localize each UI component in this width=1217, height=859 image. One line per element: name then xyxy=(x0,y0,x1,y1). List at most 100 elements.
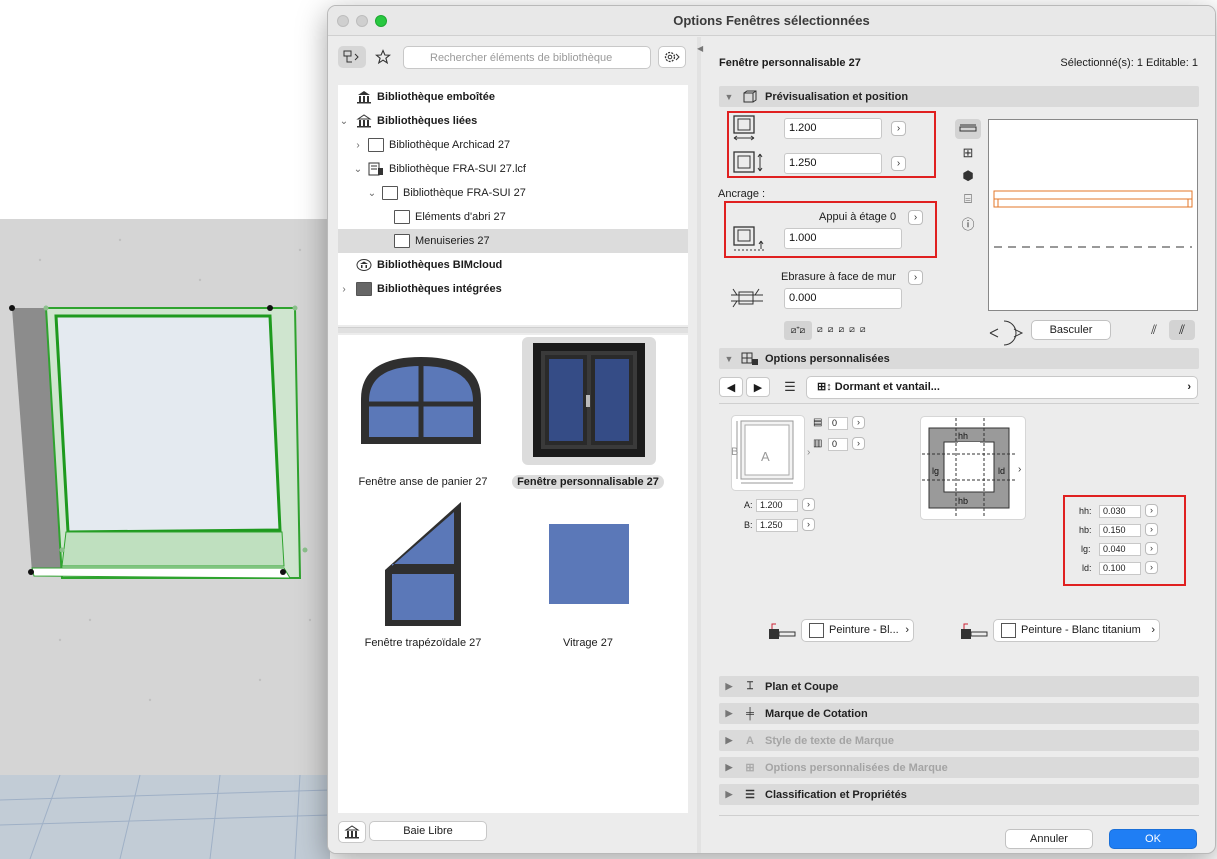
paint-surface-icon xyxy=(769,623,796,639)
view-mode-plan-button[interactable] xyxy=(955,119,981,139)
previous-page-button[interactable]: ◀ xyxy=(719,377,743,397)
tree-item-builtin-libraries[interactable]: › Bibliothèques intégrées xyxy=(338,277,688,301)
dropdown-value: Dormant et vantail... xyxy=(834,381,940,393)
highlight-frame-values xyxy=(1063,495,1186,586)
frame-width-diagram: hh hb lg ld › xyxy=(920,416,1026,520)
tree-item-linked-libraries[interactable]: ⌄ Bibliothèques liées xyxy=(338,109,688,133)
horizontal-divisions-arrow[interactable]: › xyxy=(852,416,865,429)
cube-icon: ⬢ xyxy=(962,168,974,183)
frame-hh-label: hh xyxy=(958,431,968,441)
preview-box-icon xyxy=(739,90,761,104)
chevron-right-icon: › xyxy=(1187,381,1191,393)
reveal-arrow-button[interactable]: › xyxy=(908,270,923,285)
thumbnail-custom-window[interactable] xyxy=(531,341,647,459)
view-mode-section-button[interactable]: ⌸ xyxy=(955,189,981,209)
tree-item-fra-sui-lcf[interactable]: ⌄ Bibliothèque FRA-SUI 27.lcf xyxy=(338,157,688,181)
library-settings-button[interactable] xyxy=(658,46,686,68)
pane-splitter[interactable] xyxy=(338,327,688,333)
view-mode-3d-button[interactable]: ⬢ xyxy=(955,166,981,186)
tree-item-bimcloud[interactable]: Bibliothèques BIMcloud xyxy=(338,253,688,277)
tree-item-fra-sui-library[interactable]: ⌄ Bibliothèque FRA-SUI 27 xyxy=(338,181,688,205)
cancel-button[interactable]: Annuler xyxy=(1005,829,1093,849)
flip-button[interactable]: Basculer xyxy=(1031,320,1111,340)
tree-item-shelter-elements[interactable]: Eléments d'abri 27 xyxy=(338,205,688,229)
info-button[interactable]: ⓘ xyxy=(955,213,981,233)
mirror-left-button[interactable]: ⫽ xyxy=(1141,320,1167,340)
mini-b-input[interactable]: 1.250 xyxy=(756,519,798,532)
selection-info: Sélectionné(s): 1 Editable: 1 xyxy=(1060,57,1198,69)
triangle-right-icon: ▶ xyxy=(725,762,733,772)
vertical-divisions-input[interactable]: 0 xyxy=(828,438,848,451)
section-style-texte-marque: ▶ A Style de texte de Marque xyxy=(719,730,1199,751)
mirror-right-button[interactable]: ⫽ xyxy=(1169,320,1195,340)
section-preview-position[interactable]: ▼ Prévisualisation et position xyxy=(719,86,1199,107)
anchor-options-icons[interactable]: ⧄⧄⧄⧄⧄ xyxy=(817,324,871,335)
reveal-input[interactable]: 0.000 xyxy=(784,288,902,309)
triangle-down-icon: ▼ xyxy=(724,353,734,364)
mini-b-label: B: xyxy=(744,520,753,530)
tree-item-embedded-library[interactable]: Bibliothèque emboîtée xyxy=(338,85,688,109)
triangle-right-icon: ▶ xyxy=(725,735,733,745)
chevron-down-icon[interactable]: ⌄ xyxy=(338,116,350,127)
chevron-down-icon[interactable]: ⌄ xyxy=(352,164,364,175)
anchor-option-selected[interactable]: ⧄⁺⧄ xyxy=(784,321,812,340)
tree-item-menuiseries[interactable]: Menuiseries 27 xyxy=(338,229,688,253)
paint-right-dropdown[interactable]: Peinture - Blanc titanium › xyxy=(993,619,1160,642)
gallery-item-label[interactable]: Fenêtre anse de panier 27 xyxy=(338,476,508,488)
gallery-item-label[interactable]: Fenêtre personnalisable 27 xyxy=(503,475,673,489)
horizontal-divisions-input[interactable]: 0 xyxy=(828,417,848,430)
gallery-item-label[interactable]: Vitrage 27 xyxy=(503,637,673,649)
close-window-button[interactable] xyxy=(337,15,349,27)
grid-window-icon: ⊞ xyxy=(962,145,974,160)
mini-b-arrow-button[interactable]: › xyxy=(802,518,815,531)
view-mode-elevation-button[interactable]: ⊞ xyxy=(955,143,981,163)
chevron-down-icon[interactable]: ⌄ xyxy=(366,188,378,199)
reveal-label: Ebrasure à face de mur xyxy=(781,271,896,283)
tree-item-label: Bibliothèques BIMcloud xyxy=(377,259,503,271)
favorites-button[interactable] xyxy=(372,46,394,68)
section-plan-coupe[interactable]: ▶ ⌶ Plan et Coupe xyxy=(719,676,1199,697)
mini-a-arrow-button[interactable]: › xyxy=(802,498,815,511)
baie-libre-button[interactable]: Baie Libre xyxy=(369,821,487,841)
info-icon: ⓘ xyxy=(961,216,975,232)
door-swing-icon xyxy=(989,320,1024,346)
paint-surface-icon xyxy=(961,623,988,639)
paint-left-dropdown[interactable]: Peinture - Bl... › xyxy=(801,619,914,642)
chevron-right-icon: › xyxy=(807,447,811,458)
ok-button[interactable]: OK xyxy=(1109,829,1197,849)
mini-a-input[interactable]: 1.200 xyxy=(756,499,798,512)
minimize-window-button[interactable] xyxy=(356,15,368,27)
section-custom-options[interactable]: ▼ Options personnalisées xyxy=(719,348,1199,369)
library-mode-button[interactable] xyxy=(338,46,366,68)
tree-item-label: Bibliothèques intégrées xyxy=(377,283,502,295)
highlight-sill xyxy=(724,201,937,258)
custom-page-dropdown[interactable]: ⊞↕ Dormant et vantail... › xyxy=(806,376,1198,399)
tree-item-label: Bibliothèque emboîtée xyxy=(377,91,495,103)
chevron-right-icon: › xyxy=(1018,464,1021,475)
chevron-right-icon[interactable]: › xyxy=(338,284,350,295)
library-search-input[interactable] xyxy=(403,46,651,69)
window-glass xyxy=(54,314,282,534)
section-classification[interactable]: ▶ ☰ Classification et Propriétés xyxy=(719,784,1199,805)
horizontal-division-icon: ▤ xyxy=(813,417,823,428)
gallery-item-label[interactable]: Fenêtre trapézoïdale 27 xyxy=(338,637,508,649)
frame-ld-label: ld xyxy=(998,466,1005,476)
highlight-dimensions xyxy=(727,111,936,178)
triangle-right-icon: ▶ xyxy=(725,789,733,799)
thumbnail-basket-arch-window[interactable] xyxy=(356,349,486,449)
zoom-window-button[interactable] xyxy=(375,15,387,27)
dialog-titlebar[interactable]: Options Fenêtres sélectionnées xyxy=(328,6,1215,36)
tree-item-archicad-library[interactable]: › Bibliothèque Archicad 27 xyxy=(338,133,688,157)
thumbnail-trapezoid-window[interactable] xyxy=(383,500,463,630)
thumbnail-glazing[interactable] xyxy=(549,524,629,604)
vertical-divisions-arrow[interactable]: › xyxy=(852,437,865,450)
page-list-button[interactable]: ☰ xyxy=(777,377,803,397)
folder-icon xyxy=(394,210,410,224)
library-pane: Bibliothèque emboîtée ⌄ Bibliothèques li… xyxy=(328,37,698,853)
library-manager-button[interactable] xyxy=(338,821,366,843)
section-marque-cotation[interactable]: ▶ ╪ Marque de Cotation xyxy=(719,703,1199,724)
divider xyxy=(719,403,1199,404)
plan-section-icon: ⌶ xyxy=(746,680,754,692)
chevron-right-icon[interactable]: › xyxy=(352,140,364,151)
next-page-button[interactable]: ▶ xyxy=(746,377,770,397)
